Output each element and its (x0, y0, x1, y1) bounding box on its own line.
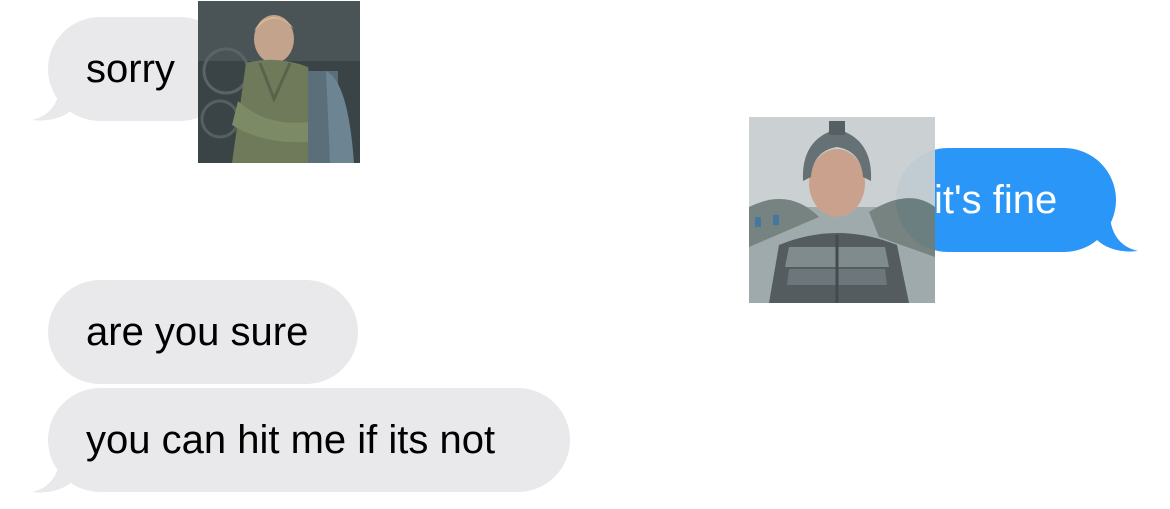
message-text: it's fine (934, 178, 1058, 222)
message-text: you can hit me if its not (86, 418, 496, 462)
message-text: sorry (86, 47, 175, 91)
bubble-tail-icon (1096, 213, 1138, 252)
message-text: are you sure (86, 310, 309, 354)
person-photo-icon[interactable] (198, 1, 360, 163)
incoming-message-bubble[interactable]: you can hit me if its not (48, 388, 570, 492)
knight-photo-icon[interactable] (749, 117, 935, 303)
incoming-message-bubble[interactable]: are you sure (48, 280, 358, 384)
bubble-tail-icon (32, 454, 74, 493)
message-thread: sorry it's fine are you sure you can hit… (0, 0, 1170, 509)
bubble-tail-icon (32, 82, 74, 121)
